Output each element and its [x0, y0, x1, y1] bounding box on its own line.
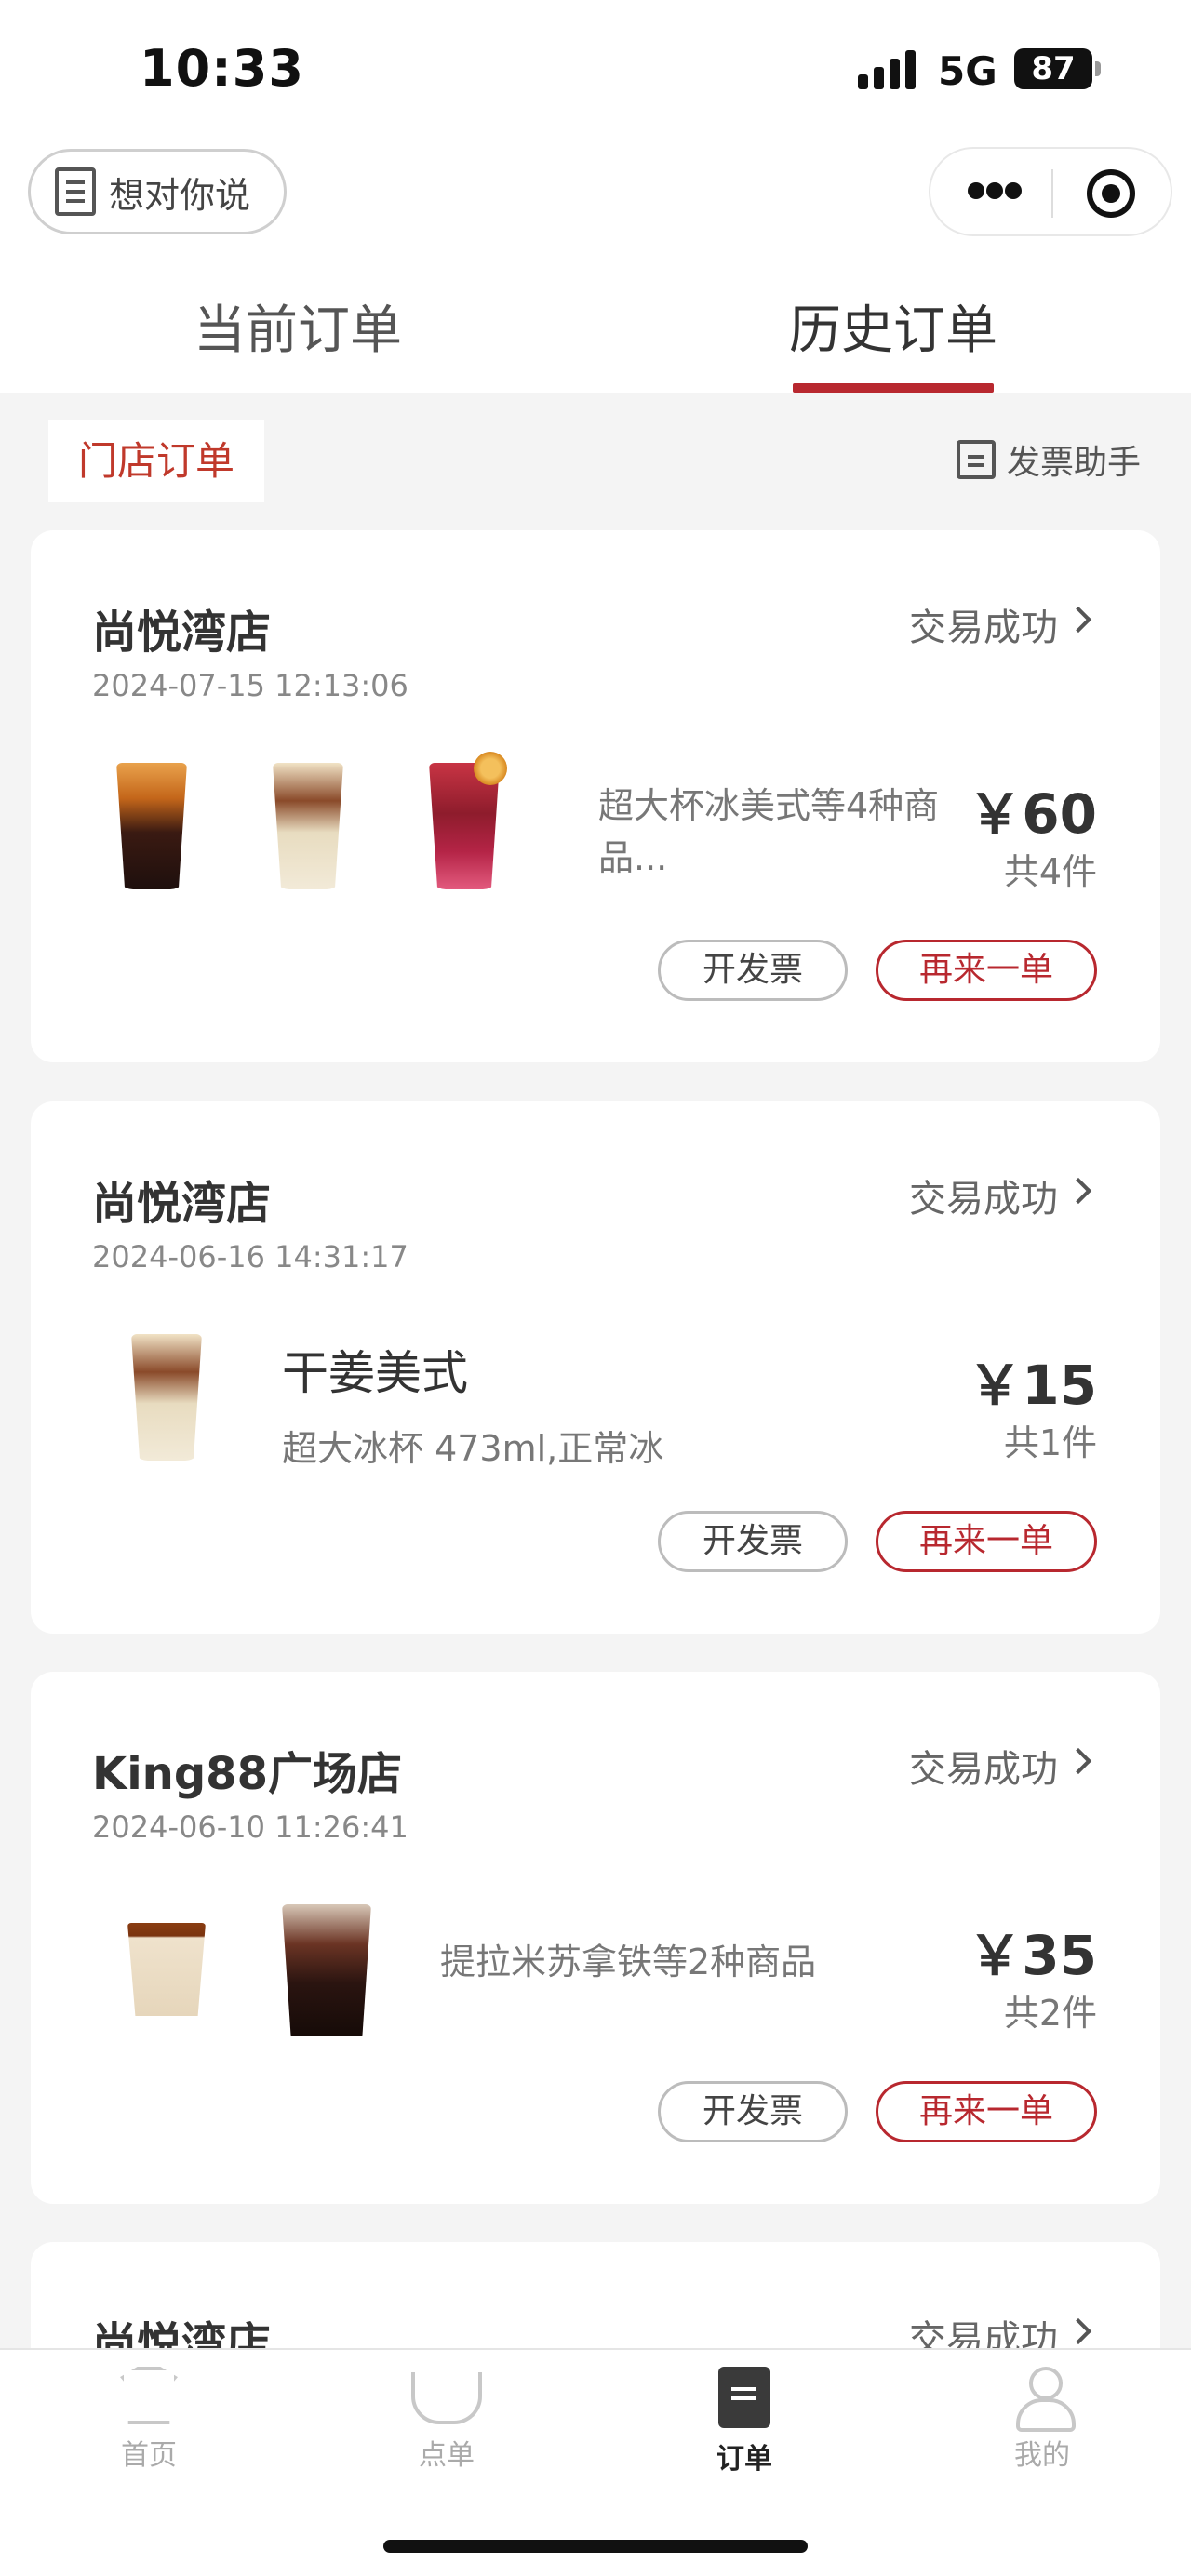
- top-bar: 想对你说: [0, 140, 1191, 251]
- product-image: [234, 744, 382, 902]
- order-price: ￥35: [968, 1924, 1097, 1987]
- nav-item-orders[interactable]: 订单: [670, 2367, 819, 2476]
- invoice-button[interactable]: 开发票: [658, 1511, 848, 1572]
- order-card[interactable]: 尚悦湾店 2024-07-15 12:13:06 交易成功 超大杯冰美式等4种商…: [31, 530, 1160, 1062]
- battery-icon: 87: [1014, 48, 1101, 89]
- order-quantity: 共4件: [1003, 851, 1097, 892]
- order-status[interactable]: 交易成功: [909, 1739, 1058, 1793]
- order-status[interactable]: 交易成功: [909, 1168, 1058, 1222]
- order-price: ￥15: [968, 1354, 1097, 1417]
- chevron-right-icon: [1064, 2317, 1092, 2345]
- close-target-icon[interactable]: [1087, 169, 1135, 218]
- status-time: 10:33: [140, 39, 304, 98]
- order-time: 2024-07-15 12:13:06: [92, 668, 408, 703]
- signal-icon: [858, 48, 917, 89]
- invoice-button[interactable]: 开发票: [658, 2081, 848, 2142]
- order-summary: 提拉米苏拿铁等2种商品: [440, 1942, 817, 1982]
- coffee-cup-icon: [411, 2372, 482, 2424]
- order-time: 2024-06-16 14:31:17: [92, 1239, 408, 1275]
- note-icon: [55, 167, 96, 216]
- store-name: 尚悦湾店: [92, 1178, 272, 1230]
- invoice-helper-label: 发票助手: [1007, 444, 1142, 482]
- order-tabs: 当前订单 历史订单: [0, 251, 1191, 393]
- order-price: ￥60: [968, 782, 1097, 846]
- store-orders-filter[interactable]: 门店订单: [48, 420, 264, 502]
- capsule-divider: [1051, 169, 1053, 218]
- product-image: [92, 1886, 241, 2044]
- invoice-icon: [957, 440, 996, 479]
- order-icon: [718, 2367, 770, 2428]
- user-icon: [1016, 2367, 1076, 2432]
- store-name: 尚悦湾店: [92, 607, 272, 659]
- product-image: [390, 744, 539, 902]
- item-name: 干姜美式: [282, 1346, 468, 1400]
- network-type: 5G: [938, 48, 997, 94]
- home-icon: [120, 2367, 178, 2424]
- more-icon[interactable]: [968, 182, 1022, 203]
- product-image: [77, 744, 226, 902]
- nav-label: 点单: [419, 2439, 475, 2472]
- active-tab-indicator: [793, 383, 994, 393]
- feedback-button[interactable]: 想对你说: [28, 149, 287, 234]
- feedback-label: 想对你说: [109, 174, 251, 216]
- reorder-button[interactable]: 再来一单: [876, 2081, 1097, 2142]
- nav-item-home[interactable]: 首页: [74, 2367, 223, 2473]
- mini-program-capsule: [929, 147, 1172, 236]
- nav-label: 订单: [716, 2443, 772, 2476]
- nav-label: 首页: [121, 2439, 177, 2472]
- chevron-right-icon: [1064, 1177, 1092, 1205]
- store-name: King88广场店: [92, 1748, 402, 1800]
- nav-item-menu[interactable]: 点单: [372, 2367, 521, 2473]
- order-quantity: 共2件: [1003, 1993, 1097, 2034]
- order-quantity: 共1件: [1003, 1422, 1097, 1463]
- nav-label: 我的: [1014, 2439, 1070, 2472]
- invoice-button[interactable]: 开发票: [658, 940, 848, 1001]
- tab-history-orders[interactable]: 历史订单: [754, 288, 1033, 364]
- order-card[interactable]: King88广场店 2024-06-10 11:26:41 交易成功 提拉米苏拿…: [31, 1672, 1160, 2204]
- status-bar: 10:33 5G 87: [0, 0, 1191, 140]
- reorder-button[interactable]: 再来一单: [876, 1511, 1097, 1572]
- item-spec: 超大冰杯 473ml,正常冰: [282, 1428, 664, 1469]
- home-indicator: [383, 2540, 808, 2553]
- tab-current-orders[interactable]: 当前订单: [158, 288, 437, 364]
- chevron-right-icon: [1064, 1747, 1092, 1775]
- invoice-helper-button[interactable]: 发票助手: [957, 435, 1141, 484]
- order-card[interactable]: 尚悦湾店 2024-06-16 14:31:17 交易成功 干姜美式 超大冰杯 …: [31, 1101, 1160, 1634]
- product-image: [92, 1315, 241, 1474]
- order-summary: 超大杯冰美式等4种商品...: [598, 785, 940, 878]
- order-time: 2024-06-10 11:26:41: [92, 1809, 408, 1845]
- product-image: [250, 1886, 399, 2044]
- reorder-button[interactable]: 再来一单: [876, 940, 1097, 1001]
- nav-item-profile[interactable]: 我的: [968, 2367, 1117, 2473]
- order-status[interactable]: 交易成功: [909, 597, 1058, 651]
- chevron-right-icon: [1064, 606, 1092, 634]
